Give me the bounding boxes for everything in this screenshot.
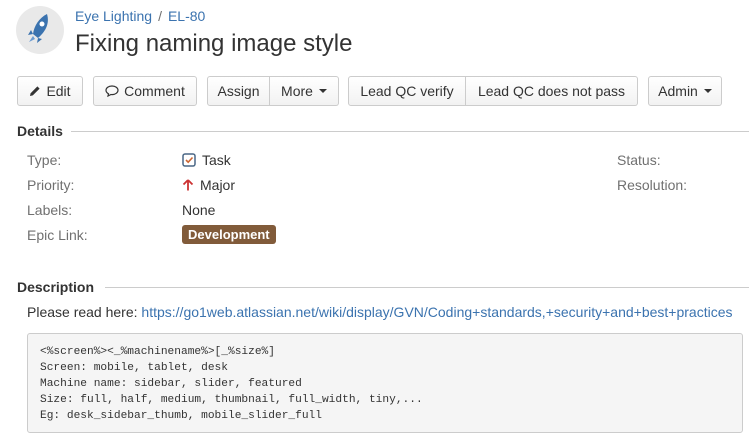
breadcrumb: Eye Lighting / EL-80 (75, 8, 205, 24)
chevron-down-icon (703, 89, 712, 93)
status-label: Status: (617, 152, 661, 168)
pencil-icon (29, 85, 41, 97)
type-value-text: Task (202, 152, 231, 168)
description-intro: Please read here: https://go1web.atlassi… (27, 304, 732, 320)
breadcrumb-project-link[interactable]: Eye Lighting (75, 8, 152, 24)
description-heading[interactable]: Description (17, 279, 94, 295)
arrow-up-icon (182, 179, 194, 191)
issue-header: Eye Lighting / EL-80 Fixing naming image s… (16, 6, 749, 62)
type-label: Type: (27, 152, 62, 168)
edit-button[interactable]: Edit (17, 76, 83, 106)
admin-button-label: Admin (658, 83, 698, 99)
coding-standards-link[interactable]: https://go1web.atlassian.net/wiki/displa… (141, 304, 732, 320)
priority-value: Major (182, 177, 235, 193)
admin-button[interactable]: Admin (648, 76, 722, 106)
epic-link-label: Epic Link: (27, 227, 88, 243)
comment-button[interactable]: Comment (93, 76, 197, 106)
code-block: <%screen%><_%machinename%>[_%size%] Scree… (27, 333, 743, 433)
more-actions-button[interactable]: More (270, 76, 339, 106)
epic-lozenge[interactable]: Development (182, 225, 276, 244)
details-divider (71, 131, 749, 132)
edit-button-label: Edit (46, 83, 71, 99)
issue-title[interactable]: Fixing naming image style (75, 30, 352, 58)
priority-value-text: Major (200, 177, 236, 193)
more-button-label: More (281, 83, 313, 99)
labels-value[interactable]: None (182, 202, 215, 218)
lead-qc-verify-button[interactable]: Lead QC verify (348, 76, 466, 106)
code-line: <%screen%><_%machinename%>[_%size%] (40, 346, 275, 358)
labels-label: Labels: (27, 202, 73, 218)
comment-button-label: Comment (124, 83, 185, 99)
project-avatar[interactable] (16, 6, 64, 54)
rocket-icon (25, 12, 55, 49)
description-divider (105, 287, 749, 288)
code-line: Machine name: sidebar, slider, featured (40, 378, 302, 390)
code-line: Screen: mobile, tablet, desk (40, 362, 228, 374)
code-line: Size: full, half, medium, thumbnail, ful… (40, 394, 423, 406)
breadcrumb-separator: / (158, 8, 162, 24)
assign-button[interactable]: Assign (207, 76, 270, 106)
assign-button-label: Assign (217, 83, 260, 99)
issue-toolbar: Edit Comment Assign More Lead QC verify … (17, 76, 747, 106)
code-line: Eg: desk_sidebar_thumb, mobile_slider_fu… (40, 410, 322, 422)
lead-qc-does-not-pass-label: Lead QC does not pass (477, 83, 626, 99)
epic-link-value: Development (182, 225, 276, 244)
priority-label: Priority: (27, 177, 75, 193)
lead-qc-does-not-pass-button[interactable]: Lead QC does not pass (466, 76, 638, 106)
details-heading[interactable]: Details (17, 123, 63, 139)
lead-qc-verify-label: Lead QC verify (360, 83, 454, 99)
resolution-label: Resolution: (617, 177, 688, 193)
chevron-down-icon (318, 89, 327, 93)
breadcrumb-issue-key-link[interactable]: EL-80 (168, 8, 205, 24)
description-intro-text: Please read here: (27, 304, 138, 320)
speech-bubble-icon (105, 85, 119, 97)
task-type-icon (182, 153, 196, 167)
type-value: Task (182, 152, 231, 168)
